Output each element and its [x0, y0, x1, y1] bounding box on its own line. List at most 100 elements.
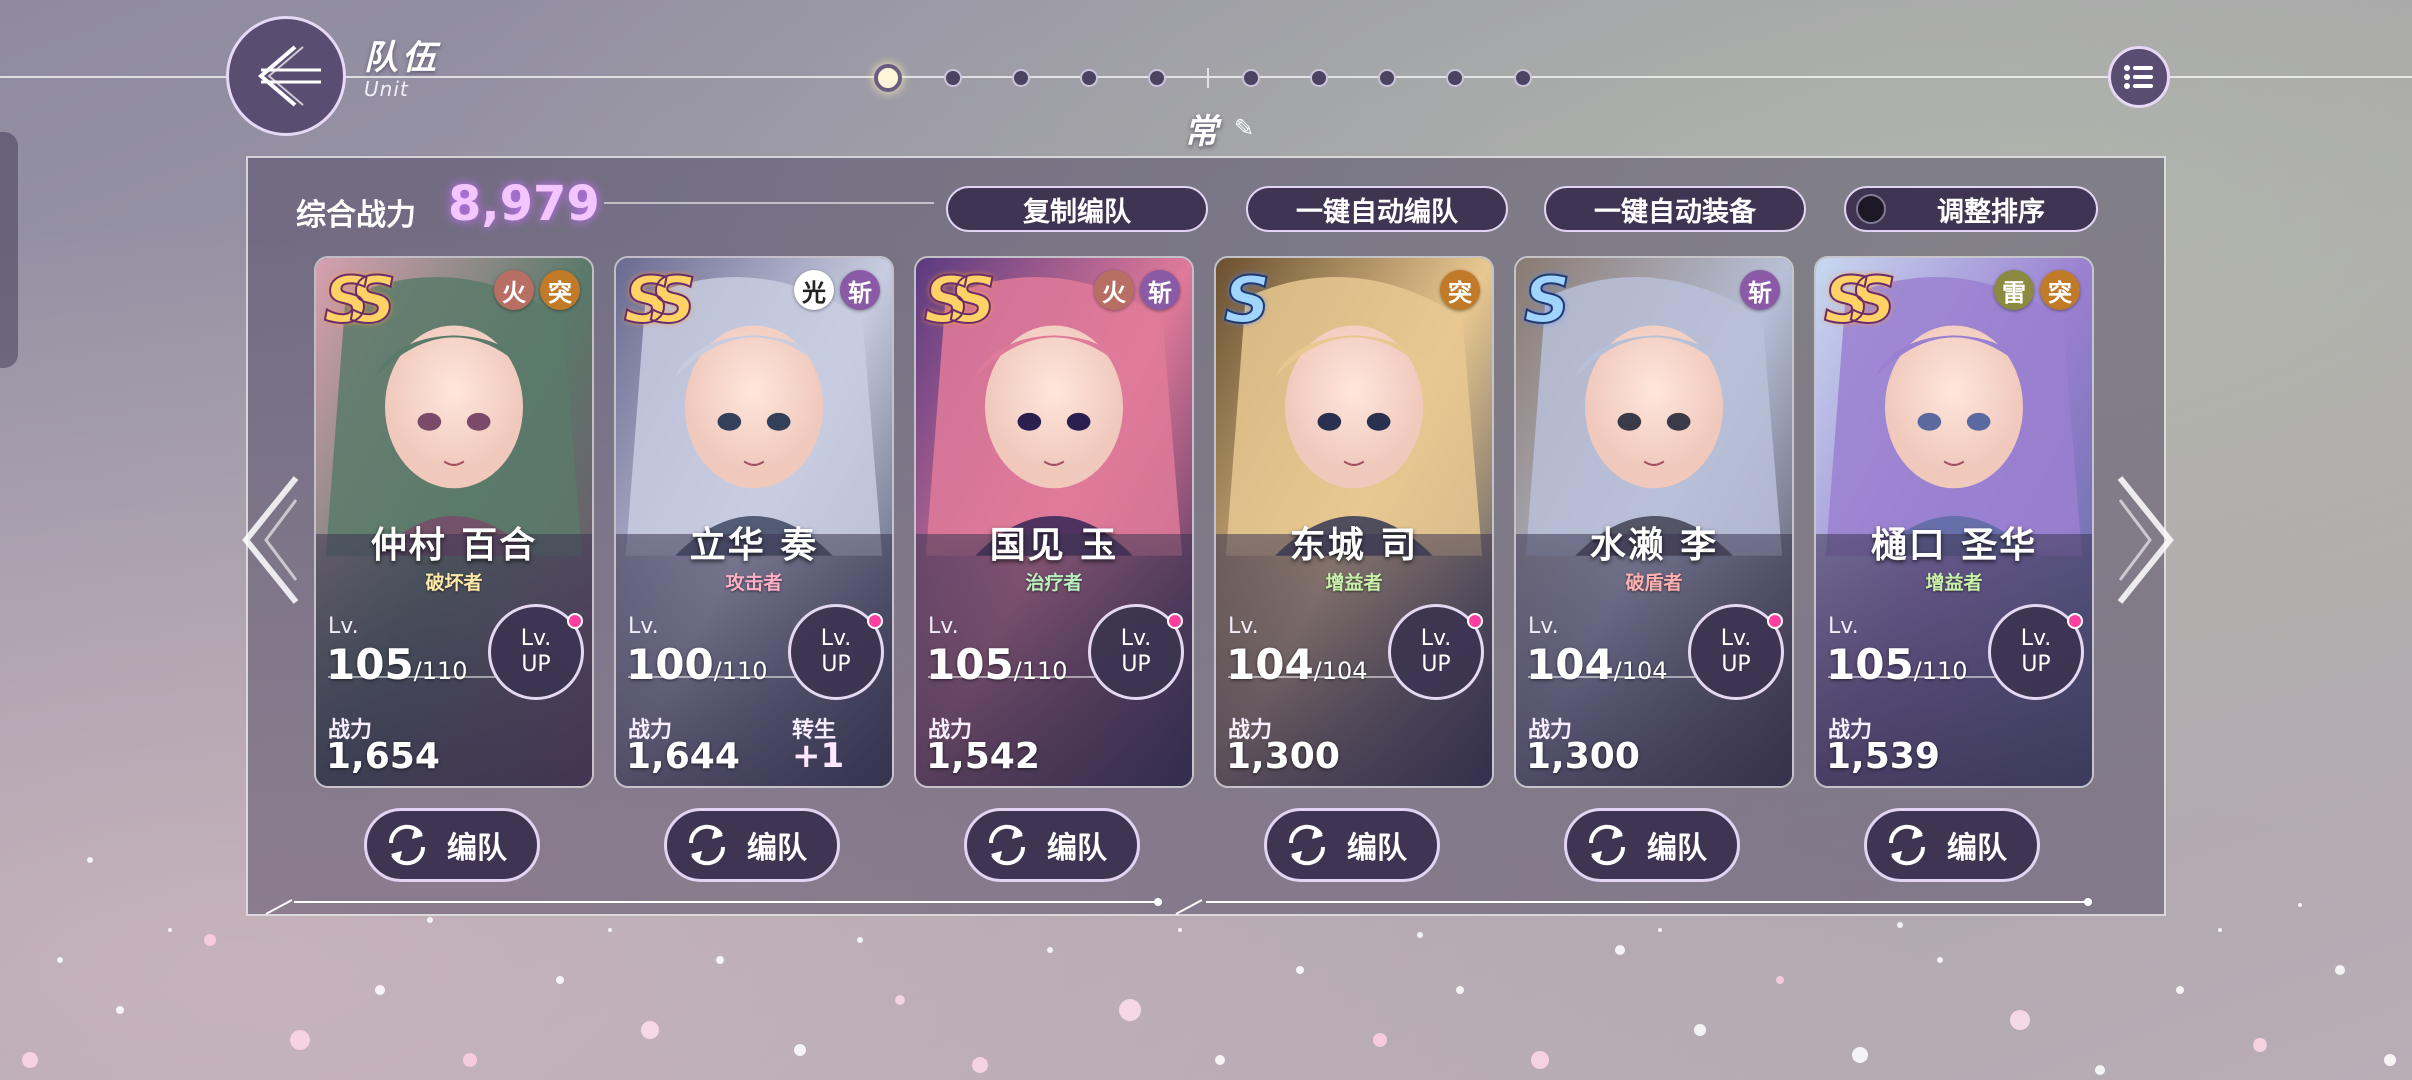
team-page-dot[interactable]	[944, 69, 962, 87]
sort-label: 调整排序	[1937, 196, 2045, 228]
element-badges: 雷突	[1994, 270, 2080, 310]
copy-team-label: 复制编队	[1023, 196, 1131, 228]
team-page-dot[interactable]	[1514, 69, 1532, 87]
level-up-text-bottom: UP	[521, 652, 551, 677]
element-icon: 光	[794, 270, 834, 310]
edit-team-label: 编队	[1947, 831, 2007, 866]
element-icon: 斩	[840, 270, 880, 310]
character-card[interactable]: S 突 东城 司 增益者 Lv. 104/104 Lv. UP 战力 1,300	[1214, 256, 1494, 788]
level-up-button[interactable]: Lv. UP	[1688, 604, 1784, 700]
title-subtitle: Unit	[364, 77, 409, 101]
level-up-text-bottom: UP	[1721, 652, 1751, 677]
swap-icon	[1888, 824, 1926, 866]
level-value: 105/110	[1826, 640, 1968, 689]
team-page-dot[interactable]	[1148, 69, 1166, 87]
character-role: 增益者	[1925, 572, 1983, 594]
notification-dot	[2067, 613, 2083, 629]
level-current: 105	[326, 640, 414, 689]
level-up-button[interactable]: Lv. UP	[1988, 604, 2084, 700]
edit-team-button[interactable]: 编队	[1264, 808, 1440, 882]
side-drawer-tab[interactable]	[0, 132, 18, 368]
team-page-dot[interactable]	[1242, 69, 1260, 87]
level-up-text-top: Lv.	[1720, 626, 1752, 651]
team-page-dot[interactable]	[1012, 69, 1030, 87]
level-divider	[328, 676, 498, 678]
level-label: Lv.	[328, 614, 359, 639]
edit-team-label: 编队	[447, 831, 507, 866]
level-up-text-bottom: UP	[2021, 652, 2051, 677]
character-card[interactable]: SS 光斩 立华 奏 攻击者 Lv. 100/110 Lv. UP 战力 1,6…	[614, 256, 894, 788]
character-card[interactable]: SS 火突 仲村 百合 破坏者 Lv. 105/110 Lv. UP 战力 1,…	[314, 256, 594, 788]
panel-footer-decoration	[265, 898, 2092, 915]
team-page-dot[interactable]	[874, 64, 902, 92]
character-card[interactable]: SS 火斩 国见 玉 治疗者 Lv. 105/110 Lv. UP 战力 1,5…	[914, 256, 1194, 788]
level-up-button[interactable]: Lv. UP	[1088, 604, 1184, 700]
character-name: 樋口 圣华	[1870, 525, 2038, 566]
power-value: 1,300	[1526, 736, 1640, 777]
level-value: 100/110	[626, 640, 768, 689]
element-badges: 火突	[494, 270, 580, 310]
team-page-separator	[1207, 68, 1209, 88]
power-value: 1,300	[1226, 736, 1340, 777]
power-value: 1,654	[326, 736, 440, 777]
level-value: 104/104	[1226, 640, 1368, 689]
level-value: 104/104	[1526, 640, 1668, 689]
edit-team-button[interactable]: 编队	[964, 808, 1140, 882]
menu-button[interactable]	[2108, 46, 2170, 108]
notification-dot	[1167, 613, 1183, 629]
edit-team-label: 编队	[1347, 831, 1407, 866]
level-max: /110	[713, 657, 768, 685]
character-role: 破坏者	[425, 572, 483, 594]
total-power-label: 综合战力	[296, 198, 416, 233]
edit-team-button[interactable]: 编队	[364, 808, 540, 882]
element-badges: 光斩	[794, 270, 880, 310]
level-current: 105	[1826, 640, 1914, 689]
edit-team-button[interactable]: 编队	[1564, 808, 1740, 882]
level-current: 104	[1526, 640, 1614, 689]
notification-dot	[567, 613, 583, 629]
auto-form-button[interactable]: 一键自动编队	[1246, 186, 1508, 232]
level-label: Lv.	[1528, 614, 1559, 639]
prev-page-arrow[interactable]	[236, 470, 306, 610]
level-up-button[interactable]: Lv. UP	[488, 604, 584, 700]
team-name[interactable]: 常	[1184, 104, 1218, 153]
back-arrow-icon	[257, 45, 321, 107]
level-up-button[interactable]: Lv. UP	[1388, 604, 1484, 700]
notification-dot	[1467, 613, 1483, 629]
level-max: /110	[1913, 657, 1968, 685]
level-value: 105/110	[926, 640, 1068, 689]
character-role: 增益者	[1325, 572, 1383, 594]
edit-team-button[interactable]: 编队	[664, 808, 840, 882]
character-card[interactable]: S 斩 水濑 李 破盾者 Lv. 104/104 Lv. UP 战力 1,300	[1514, 256, 1794, 788]
character-role: 攻击者	[725, 572, 783, 594]
edit-team-label: 编队	[1647, 831, 1707, 866]
level-up-text-top: Lv.	[820, 626, 852, 651]
next-page-arrow[interactable]	[2110, 470, 2180, 610]
auto-equip-button[interactable]: 一键自动装备	[1544, 186, 1806, 232]
character-role: 治疗者	[1025, 572, 1083, 594]
sort-toggle-indicator	[1856, 194, 1886, 224]
character-card[interactable]: SS 雷突 樋口 圣华 增益者 Lv. 105/110 Lv. UP 战力 1,…	[1814, 256, 2094, 788]
element-icon: 雷	[1994, 270, 2034, 310]
rarity-badge: SS	[323, 263, 397, 339]
edit-team-label: 编队	[1047, 831, 1107, 866]
edit-team-button[interactable]: 编队	[1864, 808, 2040, 882]
back-button[interactable]	[226, 16, 346, 136]
element-icon: 火	[1094, 270, 1134, 310]
team-page-dot[interactable]	[1080, 69, 1098, 87]
level-label: Lv.	[928, 614, 959, 639]
sort-toggle-button[interactable]: 调整排序	[1844, 186, 2098, 232]
copy-team-button[interactable]: 复制编队	[946, 186, 1208, 232]
team-page-dot[interactable]	[1310, 69, 1328, 87]
total-power-value: 8,979	[448, 176, 600, 232]
rarity-badge: SS	[623, 263, 697, 339]
auto-form-label: 一键自动编队	[1296, 196, 1458, 228]
level-max: /104	[1313, 657, 1368, 685]
rename-pencil-icon[interactable]: ✎	[1234, 114, 1254, 142]
level-up-text-top: Lv.	[2020, 626, 2052, 651]
element-badges: 突	[1440, 270, 1480, 310]
level-up-button[interactable]: Lv. UP	[788, 604, 884, 700]
team-page-dot[interactable]	[1446, 69, 1464, 87]
power-value: 1,539	[1826, 736, 1940, 777]
team-page-dot[interactable]	[1378, 69, 1396, 87]
